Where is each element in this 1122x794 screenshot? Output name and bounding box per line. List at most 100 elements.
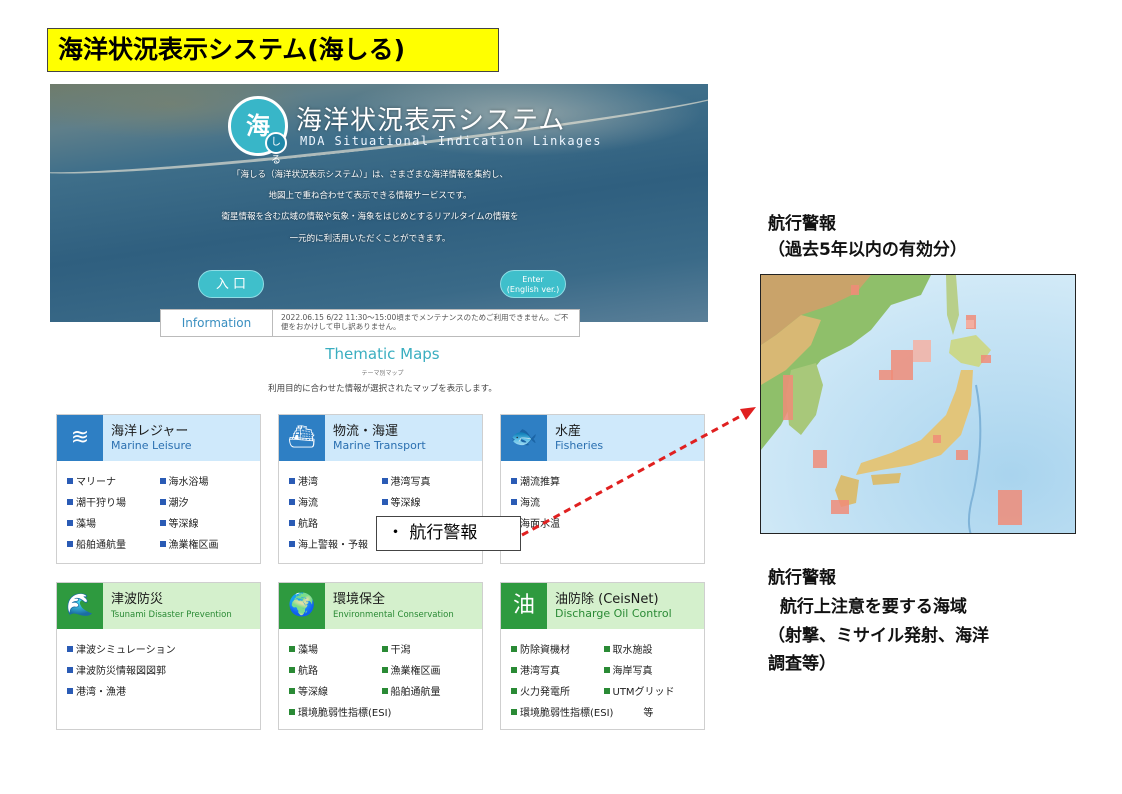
warning-area [966,320,974,328]
map-link[interactable]: 潮汐 [159,494,253,515]
card-tsunami-disaster-prevention[interactable]: 🌊 津波防災 Tsunami Disaster Prevention 津波シミュ… [56,582,261,730]
map-link[interactable]: マリーナ [67,473,160,494]
bullet-icon [511,667,517,673]
navigation-warning-map[interactable] [760,274,1076,534]
description-line2: 航行上注意を要する海域 [768,597,967,617]
card-header[interactable]: 🌍 環境保全 Environmental Conservation [279,583,482,629]
map-link-label: 海上警報・予報 [298,540,368,551]
warning-area [813,450,827,468]
map-link[interactable]: 港湾・漁港 [67,683,252,704]
warning-area [879,370,893,380]
map-link[interactable]: 防除資機材 [511,641,604,662]
warning-area [831,500,849,514]
card-items: 防除資機材 取水施設 港湾写真 海岸写真 火力発電所 UTMグリッド 環境脆弱性… [501,629,704,731]
map-link-label: 津波シミュレーション [76,645,176,656]
map-link-label: 環境脆弱性指標(ESI) [298,708,392,719]
card-header[interactable]: ≋ 海洋レジャー Marine Leisure [57,415,260,461]
bullet-icon [159,541,166,547]
map-link[interactable]: 潮流推算 [511,473,696,494]
map-link-label: 藻場 [298,645,318,656]
map-link[interactable]: 港湾写真 [381,473,475,494]
bullet-icon [159,478,166,484]
map-link-label: 潮流推算 [520,477,560,488]
bullet-icon [159,499,166,505]
map-link[interactable]: 漁業権区画 [381,662,475,683]
enter-english-button[interactable]: Enter (English ver.) [500,270,566,298]
card-items: 潮流推算 海流 海面水温 [501,461,704,542]
shikoku-land [871,473,901,485]
hero-desc-line: 地図上で重ね合わせて表示できる情報サービスです。 [268,191,472,201]
map-link[interactable]: 潮干狩り場 [67,494,160,515]
map-link[interactable]: 藻場 [289,641,382,662]
map-link-label: 海流 [298,498,318,509]
map-link[interactable]: 海流 [289,494,382,515]
card-fisheries[interactable]: 🐟 水産 Fisheries 潮流推算 海流 海面水温 [500,414,705,564]
information-text[interactable]: 2022.06.15 6/22 11:30～15:00頃までメンテナンスのためご… [273,310,579,336]
map-link[interactable]: 津波シミュレーション [67,641,252,662]
map-link[interactable]: 等深線 [381,494,475,515]
map-link[interactable]: 火力発電所 [511,683,604,704]
warning-area [783,375,793,420]
card-header[interactable]: 🌊 津波防災 Tsunami Disaster Prevention [57,583,260,629]
map-link[interactable]: 港湾写真 [511,662,604,683]
map-link[interactable]: 環境脆弱性指標(ESI) 等 [511,704,696,725]
map-link-label: 防除資機材 [520,645,570,656]
thematic-maps-description: 利用目的に合わせた情報が選択されたマップを表示します。 [268,384,497,394]
map-link[interactable]: 環境脆弱性指標(ESI) [289,704,474,725]
map-link[interactable]: 干潟 [381,641,475,662]
map-link-label: 潮干狩り場 [76,498,126,509]
bullet-icon [289,709,295,715]
map-link[interactable]: 航路 [289,662,382,683]
map-link[interactable]: 航路 [289,515,382,536]
map-link-label: 干潟 [390,645,411,656]
globe-icon: 🌍 [279,583,325,629]
map-link[interactable]: 海水浴場 [159,473,253,494]
enter-button[interactable]: 入 口 [198,270,264,298]
umishiru-logo-sub: しる [265,132,287,166]
hero-desc-line: 一元的に利活用いただくことができます。 [289,234,451,244]
map-link-label: 火力発電所 [520,687,570,698]
map-link[interactable]: 海岸写真 [603,662,697,683]
warning-area [891,350,913,380]
map-link[interactable]: 漁業権区画 [159,536,253,557]
map-link-label: 海流 [520,498,540,509]
card-header[interactable]: 油 油防除 (CeisNet) Discharge Oil Control [501,583,704,629]
map-link[interactable]: 取水施設 [603,641,697,662]
map-link[interactable]: 等深線 [289,683,382,704]
card-environmental-conservation[interactable]: 🌍 環境保全 Environmental Conservation 藻場 干潟 … [278,582,483,730]
bullet-icon [289,541,295,547]
japan-map-drawing [761,275,1022,533]
map-link[interactable]: 藻場 [67,515,160,536]
bullet-icon [511,499,517,505]
map-link[interactable]: 港湾 [289,473,382,494]
bullet-icon [603,667,610,673]
map-title-line2: （過去5年以内の有効分） [768,240,967,260]
card-discharge-oil-control[interactable]: 油 油防除 (CeisNet) Discharge Oil Control 防除… [500,582,705,730]
map-link[interactable]: 海面水温 [511,515,696,536]
map-link[interactable]: UTMグリッド [603,683,697,704]
card-marine-leisure[interactable]: ≋ 海洋レジャー Marine Leisure マリーナ 海水浴場 潮干狩り場 … [56,414,261,564]
bullet-icon [289,520,295,526]
card-header[interactable]: ⛴ 物流・海運 Marine Transport [279,415,482,461]
enter-english-label: Enter [522,275,544,284]
warning-area [933,435,941,443]
bullet-icon [511,709,517,715]
map-link[interactable]: 津波防災情報図図郭 [67,662,252,683]
map-link-label: 航路 [298,519,318,530]
etc-label: 等 [643,708,654,719]
card-title-en: Tsunami Disaster Prevention [111,610,232,620]
bullet-icon [289,478,295,484]
card-header[interactable]: 🐟 水産 Fisheries [501,415,704,461]
information-tab[interactable]: Information [161,310,273,336]
warning-area [851,285,859,295]
map-link[interactable]: 等深線 [159,515,253,536]
map-link-label: 潮汐 [168,498,189,509]
map-link-label: マリーナ [76,477,116,488]
bullet-icon [381,499,388,505]
fish-icon: 🐟 [501,415,547,461]
map-link[interactable]: 船舶通航量 [67,536,160,557]
map-link[interactable]: 海流 [511,494,696,515]
bullet-icon [603,646,610,652]
card-title-jp: 物流・海運 [333,424,399,439]
map-link[interactable]: 船舶通航量 [381,683,475,704]
